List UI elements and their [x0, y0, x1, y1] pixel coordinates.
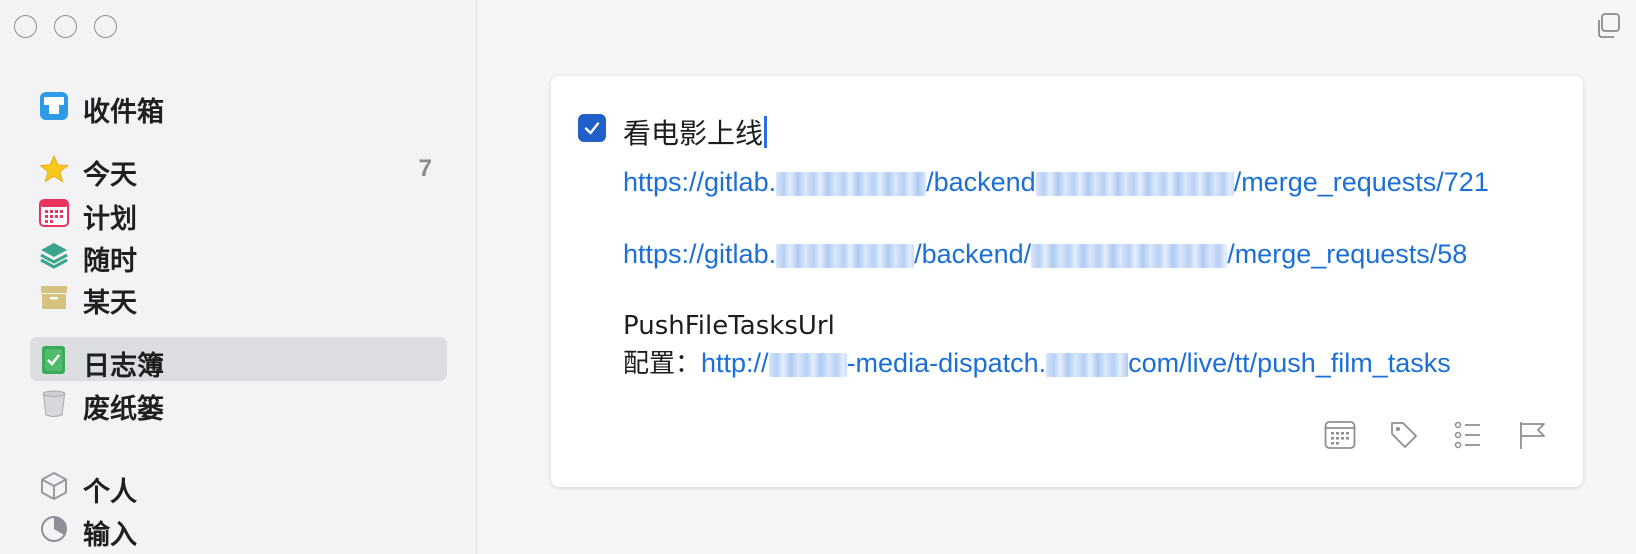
layers-icon	[40, 243, 68, 269]
sidebar-item-today[interactable]: 今天 7	[30, 146, 447, 191]
sidebar-item-upcoming[interactable]: 计划	[30, 190, 447, 235]
sidebar-item-label: 计划	[83, 204, 137, 235]
task-title-field[interactable]: 看电影上线	[623, 112, 768, 152]
sidebar: 收件箱 今天 7 计划 随时 某天 日志簿 废纸篓 个人 输入	[0, 0, 477, 554]
push-film-tasks-link[interactable]: http://-media-dispatch. com/live/tt/push_…	[701, 348, 1451, 378]
text-caret	[764, 116, 768, 148]
tag-icon	[1391, 422, 1417, 448]
checklist-button[interactable]	[1451, 418, 1485, 452]
cube-icon	[41, 471, 67, 501]
calendar-icon	[1324, 421, 1356, 449]
zoom-window-button[interactable]	[94, 15, 117, 38]
checklist-icon	[1454, 421, 1480, 449]
window-controls	[14, 15, 117, 38]
sidebar-item-label: 收件箱	[83, 97, 164, 128]
config-line: 配置：http://-media-dispatch. com/live/tt/pu…	[623, 345, 1451, 383]
pie-icon	[41, 516, 67, 542]
flag-icon	[1520, 422, 1545, 449]
sidebar-item-someday[interactable]: 某天	[30, 274, 447, 319]
redacted-blur	[1046, 352, 1129, 377]
logbook-icon	[42, 346, 65, 374]
close-window-button[interactable]	[14, 15, 37, 38]
checkmark-icon	[584, 122, 600, 135]
redacted-blur	[1031, 243, 1228, 268]
task-title: 看电影上线	[623, 117, 764, 150]
sidebar-item-inbox[interactable]: 收件箱	[30, 83, 447, 128]
sidebar-item-personal[interactable]: 个人	[30, 463, 447, 508]
deadline-button[interactable]	[1515, 418, 1549, 452]
sidebar-item-label: 个人	[83, 477, 137, 508]
tags-button[interactable]	[1387, 418, 1421, 452]
task-card: 看电影上线 https://gitlab./backend/merge_requ…	[551, 76, 1583, 487]
new-window-icon[interactable]	[1594, 12, 1622, 40]
merge-request-link-1[interactable]: https://gitlab./backend/merge_requests/7…	[623, 164, 1489, 201]
when-button[interactable]	[1323, 418, 1357, 452]
redacted-blur	[776, 243, 915, 268]
sidebar-item-trash[interactable]: 废纸篓	[30, 380, 447, 425]
star-icon	[39, 154, 69, 183]
sidebar-item-label: 某天	[83, 288, 137, 319]
task-checkbox[interactable]	[578, 114, 606, 142]
task-toolbar	[1323, 418, 1549, 452]
today-count-badge: 7	[418, 155, 432, 182]
redacted-blur	[768, 352, 847, 377]
sidebar-item-input[interactable]: 输入	[30, 506, 447, 551]
redacted-blur	[1035, 171, 1234, 196]
notes-label-text: PushFileTasksUrl	[623, 311, 835, 341]
inbox-icon	[40, 92, 68, 120]
minimize-window-button[interactable]	[54, 15, 77, 38]
trash-icon	[42, 390, 66, 417]
archive-box-icon	[41, 286, 67, 309]
sidebar-item-label: 输入	[83, 520, 137, 551]
sidebar-item-label: 随时	[83, 246, 137, 277]
sidebar-item-label: 日志簿	[83, 351, 164, 382]
sidebar-item-anytime[interactable]: 随时	[30, 232, 447, 277]
redacted-blur	[776, 171, 927, 196]
calendar-icon	[39, 199, 69, 227]
config-label: 配置：	[623, 349, 702, 379]
sidebar-item-logbook[interactable]: 日志簿	[30, 337, 447, 382]
sidebar-item-label: 废纸篓	[83, 394, 164, 425]
merge-request-link-2[interactable]: https://gitlab./backend//merge_requests/…	[623, 236, 1467, 273]
sidebar-item-label: 今天	[83, 160, 137, 191]
